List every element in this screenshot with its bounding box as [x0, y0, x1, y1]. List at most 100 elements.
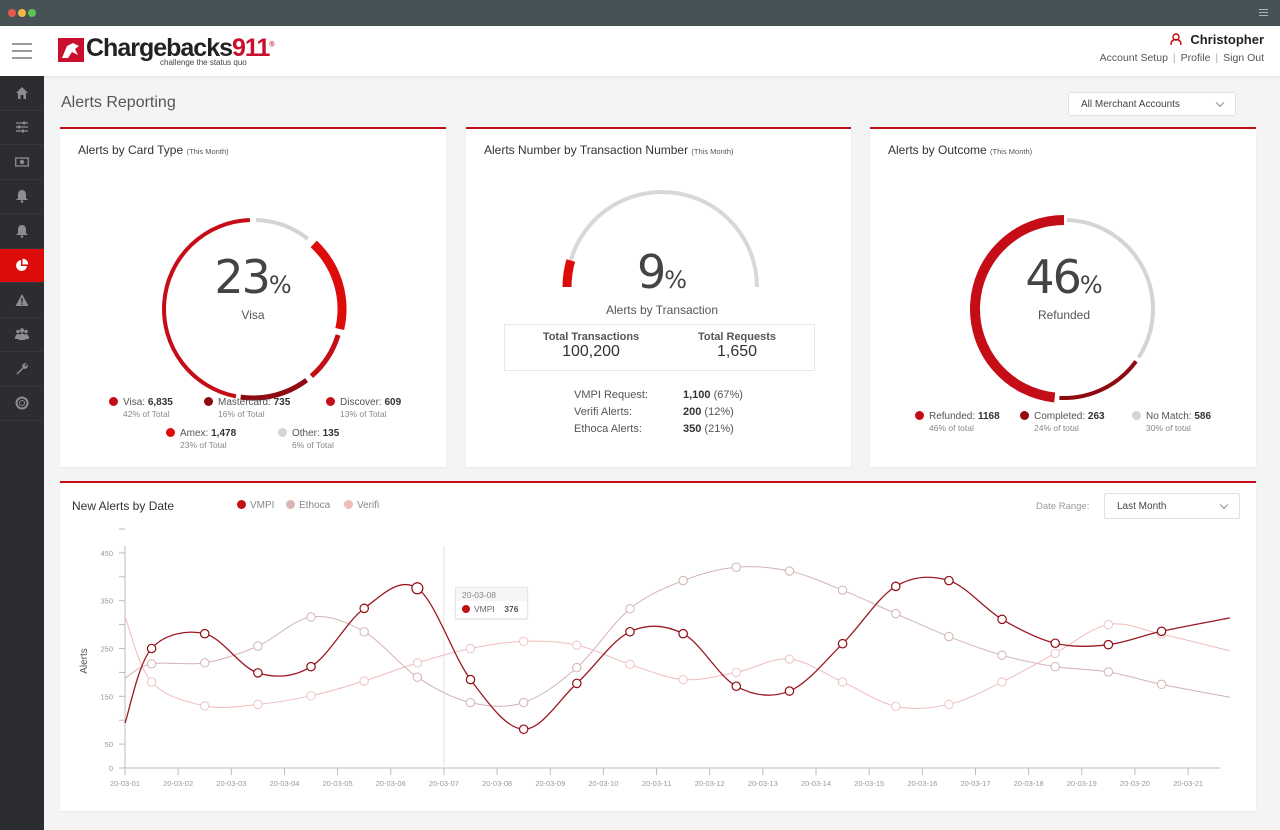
data-point-verifi[interactable]: [253, 699, 263, 710]
data-point-verifi[interactable]: [1103, 619, 1114, 630]
data-point-ethoca[interactable]: [837, 585, 848, 595]
legend-dot: [1132, 411, 1141, 420]
donut-segment-discover[interactable]: [309, 334, 341, 379]
sidebar-item-support[interactable]: [0, 387, 44, 421]
data-point-vmpi[interactable]: [1050, 638, 1061, 649]
data-point-ethoca[interactable]: [306, 612, 316, 622]
donut-segment-other[interactable]: [256, 218, 310, 241]
merchant-account-select[interactable]: All Merchant Accounts: [1068, 92, 1236, 116]
data-point-vmpi[interactable]: [465, 674, 476, 685]
data-point-ethoca[interactable]: [1050, 661, 1060, 672]
close-window-button[interactable]: [8, 9, 16, 17]
data-point-vmpi[interactable]: [146, 643, 157, 654]
data-point-ethoca[interactable]: [253, 641, 263, 651]
sidebar-item-notifications[interactable]: [0, 214, 44, 249]
pie-chart-icon: [16, 259, 29, 272]
card-type-card: Alerts by Card Type (This Month) 23% Vis…: [60, 127, 446, 467]
data-point-vmpi[interactable]: [731, 681, 742, 692]
new-alerts-card: New Alerts by Date VMPI Ethoca Verifi Da…: [60, 481, 1256, 811]
data-point-verifi[interactable]: [997, 677, 1007, 687]
data-point-ethoca[interactable]: [997, 650, 1007, 660]
data-point-ethoca[interactable]: [572, 662, 582, 673]
data-point-verifi[interactable]: [359, 676, 369, 686]
data-point-ethoca[interactable]: [412, 672, 423, 682]
data-point-ethoca[interactable]: [944, 631, 954, 642]
user-name-link[interactable]: Christopher: [1100, 32, 1264, 47]
data-point-ethoca[interactable]: [465, 697, 476, 708]
donut-segment-mastercard[interactable]: [240, 378, 309, 401]
sidebar-item-home[interactable]: [0, 76, 44, 111]
data-point-verifi[interactable]: [731, 667, 741, 678]
data-point-verifi[interactable]: [146, 677, 157, 687]
menu-lines-icon[interactable]: [1259, 9, 1268, 18]
data-point-vmpi[interactable]: [890, 581, 901, 592]
donut-segment-completed[interactable]: [1059, 360, 1138, 400]
data-point-verifi[interactable]: [891, 701, 901, 712]
wrench-icon: [16, 362, 28, 375]
data-point-vmpi[interactable]: [1156, 626, 1167, 637]
data-point-vmpi[interactable]: [518, 724, 529, 735]
merchant-select-value: All Merchant Accounts: [1081, 98, 1180, 110]
data-point-verifi[interactable]: [412, 658, 423, 668]
sidebar-item-billing[interactable]: [0, 145, 44, 180]
data-point-verifi[interactable]: [944, 699, 954, 710]
data-point-vmpi[interactable]: [306, 661, 316, 672]
sidebar-item-alerts[interactable]: [0, 180, 44, 214]
profile-link[interactable]: Profile: [1181, 52, 1211, 64]
sidebar-item-disputes[interactable]: [0, 283, 44, 318]
y-tick-label: 250: [100, 645, 113, 654]
data-point-verifi[interactable]: [465, 643, 476, 654]
data-point-ethoca[interactable]: [359, 627, 369, 637]
data-point-ethoca[interactable]: [891, 608, 901, 619]
data-point-ethoca[interactable]: [146, 659, 157, 669]
gauge-fill[interactable]: [562, 259, 576, 288]
sidebar-item-settings[interactable]: [0, 111, 44, 145]
account-setup-link[interactable]: Account Setup: [1100, 52, 1168, 64]
data-point-ethoca[interactable]: [731, 562, 741, 572]
data-point-verifi[interactable]: [625, 659, 635, 669]
data-point-vmpi[interactable]: [199, 628, 210, 639]
chevron-down-icon: [1215, 98, 1225, 108]
data-point-vmpi[interactable]: [625, 626, 635, 637]
data-point-vmpi[interactable]: [784, 686, 795, 696]
data-point-ethoca[interactable]: [1103, 667, 1114, 677]
data-point-vmpi[interactable]: [572, 678, 582, 689]
data-point-verifi[interactable]: [306, 691, 316, 701]
x-tick-label: 20-03-11: [642, 779, 671, 788]
data-point-verifi[interactable]: [678, 674, 688, 685]
data-point-verifi[interactable]: [200, 701, 210, 711]
sign-out-link[interactable]: Sign Out: [1223, 52, 1264, 64]
series-line-verifi: [124, 616, 1231, 709]
user-name: Christopher: [1190, 32, 1264, 47]
data-point-ethoca[interactable]: [678, 575, 688, 586]
data-point-vmpi[interactable]: [1103, 639, 1114, 650]
data-point-verifi[interactable]: [837, 677, 848, 687]
data-point-ethoca[interactable]: [518, 697, 529, 708]
data-point-vmpi[interactable]: [253, 668, 263, 678]
data-point-vmpi[interactable]: [944, 575, 954, 586]
sidebar-item-reports[interactable]: [0, 248, 44, 283]
donut-center: 23% Visa: [173, 254, 333, 322]
y-tick-label: 350: [100, 597, 113, 606]
minimize-window-button[interactable]: [18, 9, 26, 17]
data-point-vmpi[interactable]: [678, 628, 688, 639]
data-point-vmpi[interactable]: [997, 614, 1007, 625]
data-point-vmpi[interactable]: [837, 638, 848, 649]
maximize-window-button[interactable]: [28, 9, 36, 17]
data-point-ethoca[interactable]: [200, 658, 210, 668]
hamburger-menu-icon[interactable]: [12, 43, 32, 64]
data-point-verifi[interactable]: [572, 640, 582, 650]
data-point-ethoca[interactable]: [784, 566, 795, 576]
data-point-verifi[interactable]: [518, 636, 529, 647]
data-point-vmpi[interactable]: [411, 582, 424, 595]
data-point-verifi[interactable]: [784, 654, 795, 664]
sidebar-item-tools[interactable]: [0, 352, 44, 387]
data-point-ethoca[interactable]: [1156, 679, 1167, 690]
donut-center: 46% Refunded: [984, 254, 1144, 322]
data-point-verifi[interactable]: [1050, 648, 1060, 658]
data-point-vmpi[interactable]: [359, 603, 369, 614]
sidebar-item-users[interactable]: [0, 318, 44, 352]
total-requests: Total Requests 1,650: [697, 331, 777, 360]
data-point-ethoca[interactable]: [625, 604, 635, 614]
legend-item-completed: Completed: 263 24% of total: [1020, 411, 1105, 433]
